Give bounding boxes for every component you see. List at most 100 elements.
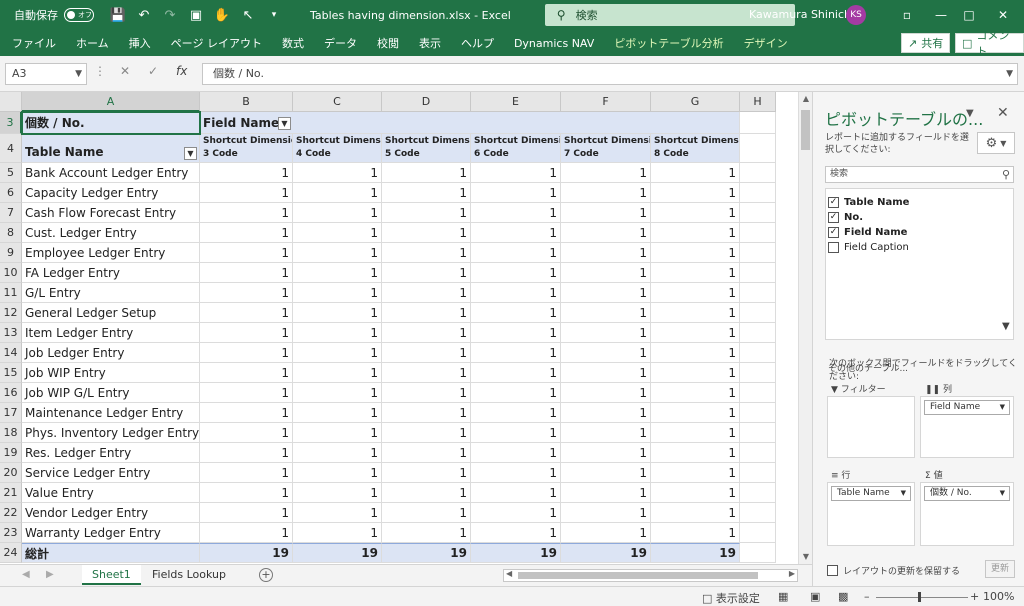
value-cell[interactable]: 1 (200, 343, 293, 363)
value-cell[interactable]: 1 (382, 383, 471, 403)
autosave-control[interactable]: 自動保存 オフ (14, 7, 94, 23)
row-label-cell[interactable]: Cust. Ledger Entry (22, 223, 200, 243)
row-header-7[interactable]: 7 (0, 203, 22, 223)
value-cell[interactable]: 1 (293, 163, 382, 183)
filter-funnel-icon[interactable]: ▼ (1002, 321, 1010, 332)
value-cell[interactable]: 1 (651, 423, 740, 443)
empty-cell[interactable] (740, 134, 776, 163)
formula-input[interactable]: 個数 / No. ▼ (202, 63, 1018, 85)
value-cell[interactable]: 1 (293, 363, 382, 383)
value-cell[interactable]: 1 (651, 323, 740, 343)
value-cell[interactable]: 1 (293, 503, 382, 523)
value-cell[interactable]: 1 (200, 303, 293, 323)
value-cell[interactable]: 1 (561, 223, 651, 243)
row-label-cell[interactable]: General Ledger Setup (22, 303, 200, 323)
value-cell[interactable]: 1 (561, 463, 651, 483)
field-item[interactable]: Field Caption (828, 242, 909, 253)
pivot-column-header[interactable]: Shortcut Dimension 8 Code (651, 134, 740, 163)
row-label-cell[interactable]: Capacity Ledger Entry (22, 183, 200, 203)
tab-home[interactable]: ホーム (66, 35, 119, 51)
value-cell[interactable]: 1 (200, 483, 293, 503)
value-cell[interactable]: 1 (200, 423, 293, 443)
display-settings-button[interactable]: □ 表示設定 (702, 590, 760, 606)
value-cell[interactable]: 1 (293, 223, 382, 243)
value-cell[interactable]: 1 (293, 183, 382, 203)
value-cell[interactable]: 1 (471, 343, 561, 363)
value-cell[interactable]: 1 (471, 403, 561, 423)
empty-cell[interactable] (740, 343, 776, 363)
value-cell[interactable]: 1 (471, 203, 561, 223)
value-cell[interactable]: 1 (382, 463, 471, 483)
tab-file[interactable]: ファイル (2, 35, 66, 51)
value-cell[interactable]: 1 (561, 323, 651, 343)
value-cell[interactable]: 1 (561, 203, 651, 223)
value-cell[interactable]: 1 (293, 383, 382, 403)
grand-total-cell[interactable]: 19 (200, 543, 293, 563)
value-cell[interactable]: 1 (382, 443, 471, 463)
row-label-cell[interactable]: Warranty Ledger Entry (22, 523, 200, 543)
value-cell[interactable]: 1 (200, 503, 293, 523)
value-cell[interactable]: 1 (200, 163, 293, 183)
empty-cell[interactable] (740, 543, 776, 563)
value-cell[interactable]: 1 (200, 403, 293, 423)
row-label-cell[interactable]: FA Ledger Entry (22, 263, 200, 283)
value-cell[interactable]: 1 (382, 263, 471, 283)
value-cell[interactable]: 1 (651, 383, 740, 403)
column-header-c[interactable]: C (293, 92, 382, 112)
value-cell[interactable]: 1 (471, 483, 561, 503)
tab-page-layout[interactable]: ページ レイアウト (161, 35, 272, 51)
empty-cell[interactable] (740, 463, 776, 483)
value-cell[interactable]: 1 (561, 523, 651, 543)
save-icon[interactable]: 💾 (108, 5, 128, 25)
value-cell[interactable]: 1 (471, 443, 561, 463)
value-cell[interactable]: 1 (293, 403, 382, 423)
pivot-column-header[interactable]: Shortcut Dimension 3 Code (200, 134, 293, 163)
value-cell[interactable]: 1 (382, 203, 471, 223)
value-cell[interactable]: 1 (651, 523, 740, 543)
sheet-next-icon[interactable]: ▶ (46, 569, 54, 580)
tab-help[interactable]: ヘルプ (451, 35, 504, 51)
field-search-input[interactable]: 検索 ⚲ (825, 166, 1014, 183)
value-cell[interactable]: 1 (382, 303, 471, 323)
row-header-3[interactable]: 3 (0, 112, 22, 134)
column-header-e[interactable]: E (471, 92, 561, 112)
column-header-g[interactable]: G (651, 92, 740, 112)
value-cell[interactable]: 1 (651, 263, 740, 283)
value-cell[interactable]: 1 (382, 283, 471, 303)
sheet-tab-sheet1[interactable]: Sheet1 (82, 565, 141, 585)
value-cell[interactable]: 1 (200, 183, 293, 203)
value-cell[interactable]: 1 (293, 443, 382, 463)
field-list-settings-button[interactable]: ⚙ ▼ (977, 132, 1015, 154)
tab-review[interactable]: 校閲 (367, 35, 409, 51)
select-pointer-icon[interactable]: ↖ (238, 5, 258, 25)
zoom-slider-handle[interactable] (918, 592, 921, 602)
pivot-row-field-label[interactable]: Table Name (22, 134, 200, 163)
empty-cell[interactable] (740, 203, 776, 223)
field-item[interactable]: ✓ Table Name (828, 197, 909, 208)
value-cell[interactable]: 1 (651, 243, 740, 263)
confirm-entry-icon[interactable]: ✓ (148, 64, 158, 78)
value-cell[interactable]: 1 (561, 243, 651, 263)
vertical-scrollbar[interactable]: ▲ ▼ (798, 92, 812, 564)
value-cell[interactable]: 1 (651, 223, 740, 243)
value-cell[interactable]: 1 (382, 323, 471, 343)
redo-icon[interactable]: ↷ (160, 5, 180, 25)
checkbox-checked[interactable]: ✓ (828, 227, 839, 238)
value-cell[interactable]: 1 (382, 343, 471, 363)
tab-formulas[interactable]: 数式 (272, 35, 314, 51)
value-cell[interactable]: 1 (651, 203, 740, 223)
undo-icon[interactable]: ↶ (134, 5, 154, 25)
value-cell[interactable]: 1 (651, 303, 740, 323)
row-label-cell[interactable]: Cash Flow Forecast Entry (22, 203, 200, 223)
value-cell[interactable]: 1 (382, 183, 471, 203)
rows-area[interactable]: Table Name ▼ (827, 482, 915, 546)
empty-cell[interactable] (740, 403, 776, 423)
value-cell[interactable]: 1 (200, 243, 293, 263)
value-cell[interactable]: 1 (200, 323, 293, 343)
value-cell[interactable]: 1 (293, 463, 382, 483)
defer-update-checkbox[interactable] (827, 565, 838, 576)
row-header-11[interactable]: 11 (0, 283, 22, 303)
value-cell[interactable]: 1 (200, 363, 293, 383)
value-cell[interactable]: 1 (382, 223, 471, 243)
row-label-cell[interactable]: Service Ledger Entry (22, 463, 200, 483)
